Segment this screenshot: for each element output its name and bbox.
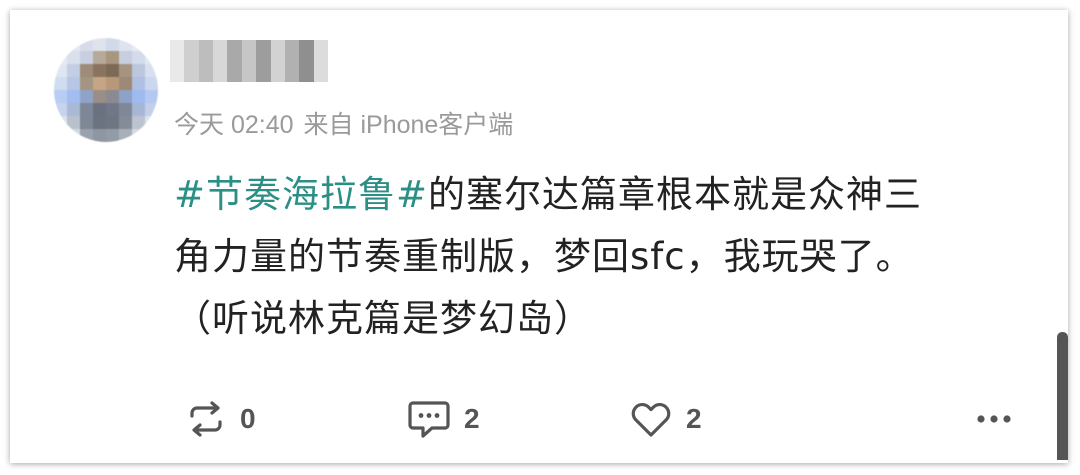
like-count: 2 [686, 403, 702, 434]
post-source: 来自 iPhone客户端 [303, 111, 514, 139]
post-content: #节奏海拉鲁#的塞尔达篇章根本就是众神三 角力量的节奏重制版，梦回sfc，我玩哭… [174, 164, 1014, 350]
content-text: 的塞尔达篇章根本就是众神三 [428, 173, 923, 216]
scrollbar[interactable] [1057, 332, 1068, 460]
more-options-button[interactable] [976, 394, 1012, 444]
action-bar: 0 2 2 [10, 394, 1050, 444]
post-meta: 今天 02:40 来自 iPhone客户端 [174, 105, 513, 141]
hashtag-link[interactable]: #节奏海拉鲁# [174, 173, 428, 216]
username-pixelated[interactable] [170, 40, 328, 82]
repost-button[interactable]: 0 [186, 394, 256, 444]
avatar[interactable] [54, 38, 158, 142]
comment-button[interactable]: 2 [408, 394, 480, 444]
repost-count: 0 [240, 403, 256, 434]
repost-icon [190, 401, 222, 437]
like-button[interactable]: 2 [630, 394, 702, 444]
heart-icon [631, 403, 671, 437]
comment-count: 2 [464, 403, 480, 434]
screenshot-frame: 今天 02:40 来自 iPhone客户端 #节奏海拉鲁#的塞尔达篇章根本就是众神… [10, 10, 1068, 463]
content-line-3: （听说林克篇是梦幻岛） [174, 297, 592, 340]
content-line-1: #节奏海拉鲁#的塞尔达篇章根本就是众神三 [174, 164, 1014, 226]
more-icon [977, 415, 1011, 423]
post-time: 今天 02:40 [174, 111, 294, 139]
comment-icon [408, 401, 450, 438]
weibo-post-card: 今天 02:40 来自 iPhone客户端 #节奏海拉鲁#的塞尔达篇章根本就是众神… [10, 10, 1050, 463]
content-line-2: 角力量的节奏重制版，梦回sfc，我玩哭了。 [174, 235, 914, 278]
